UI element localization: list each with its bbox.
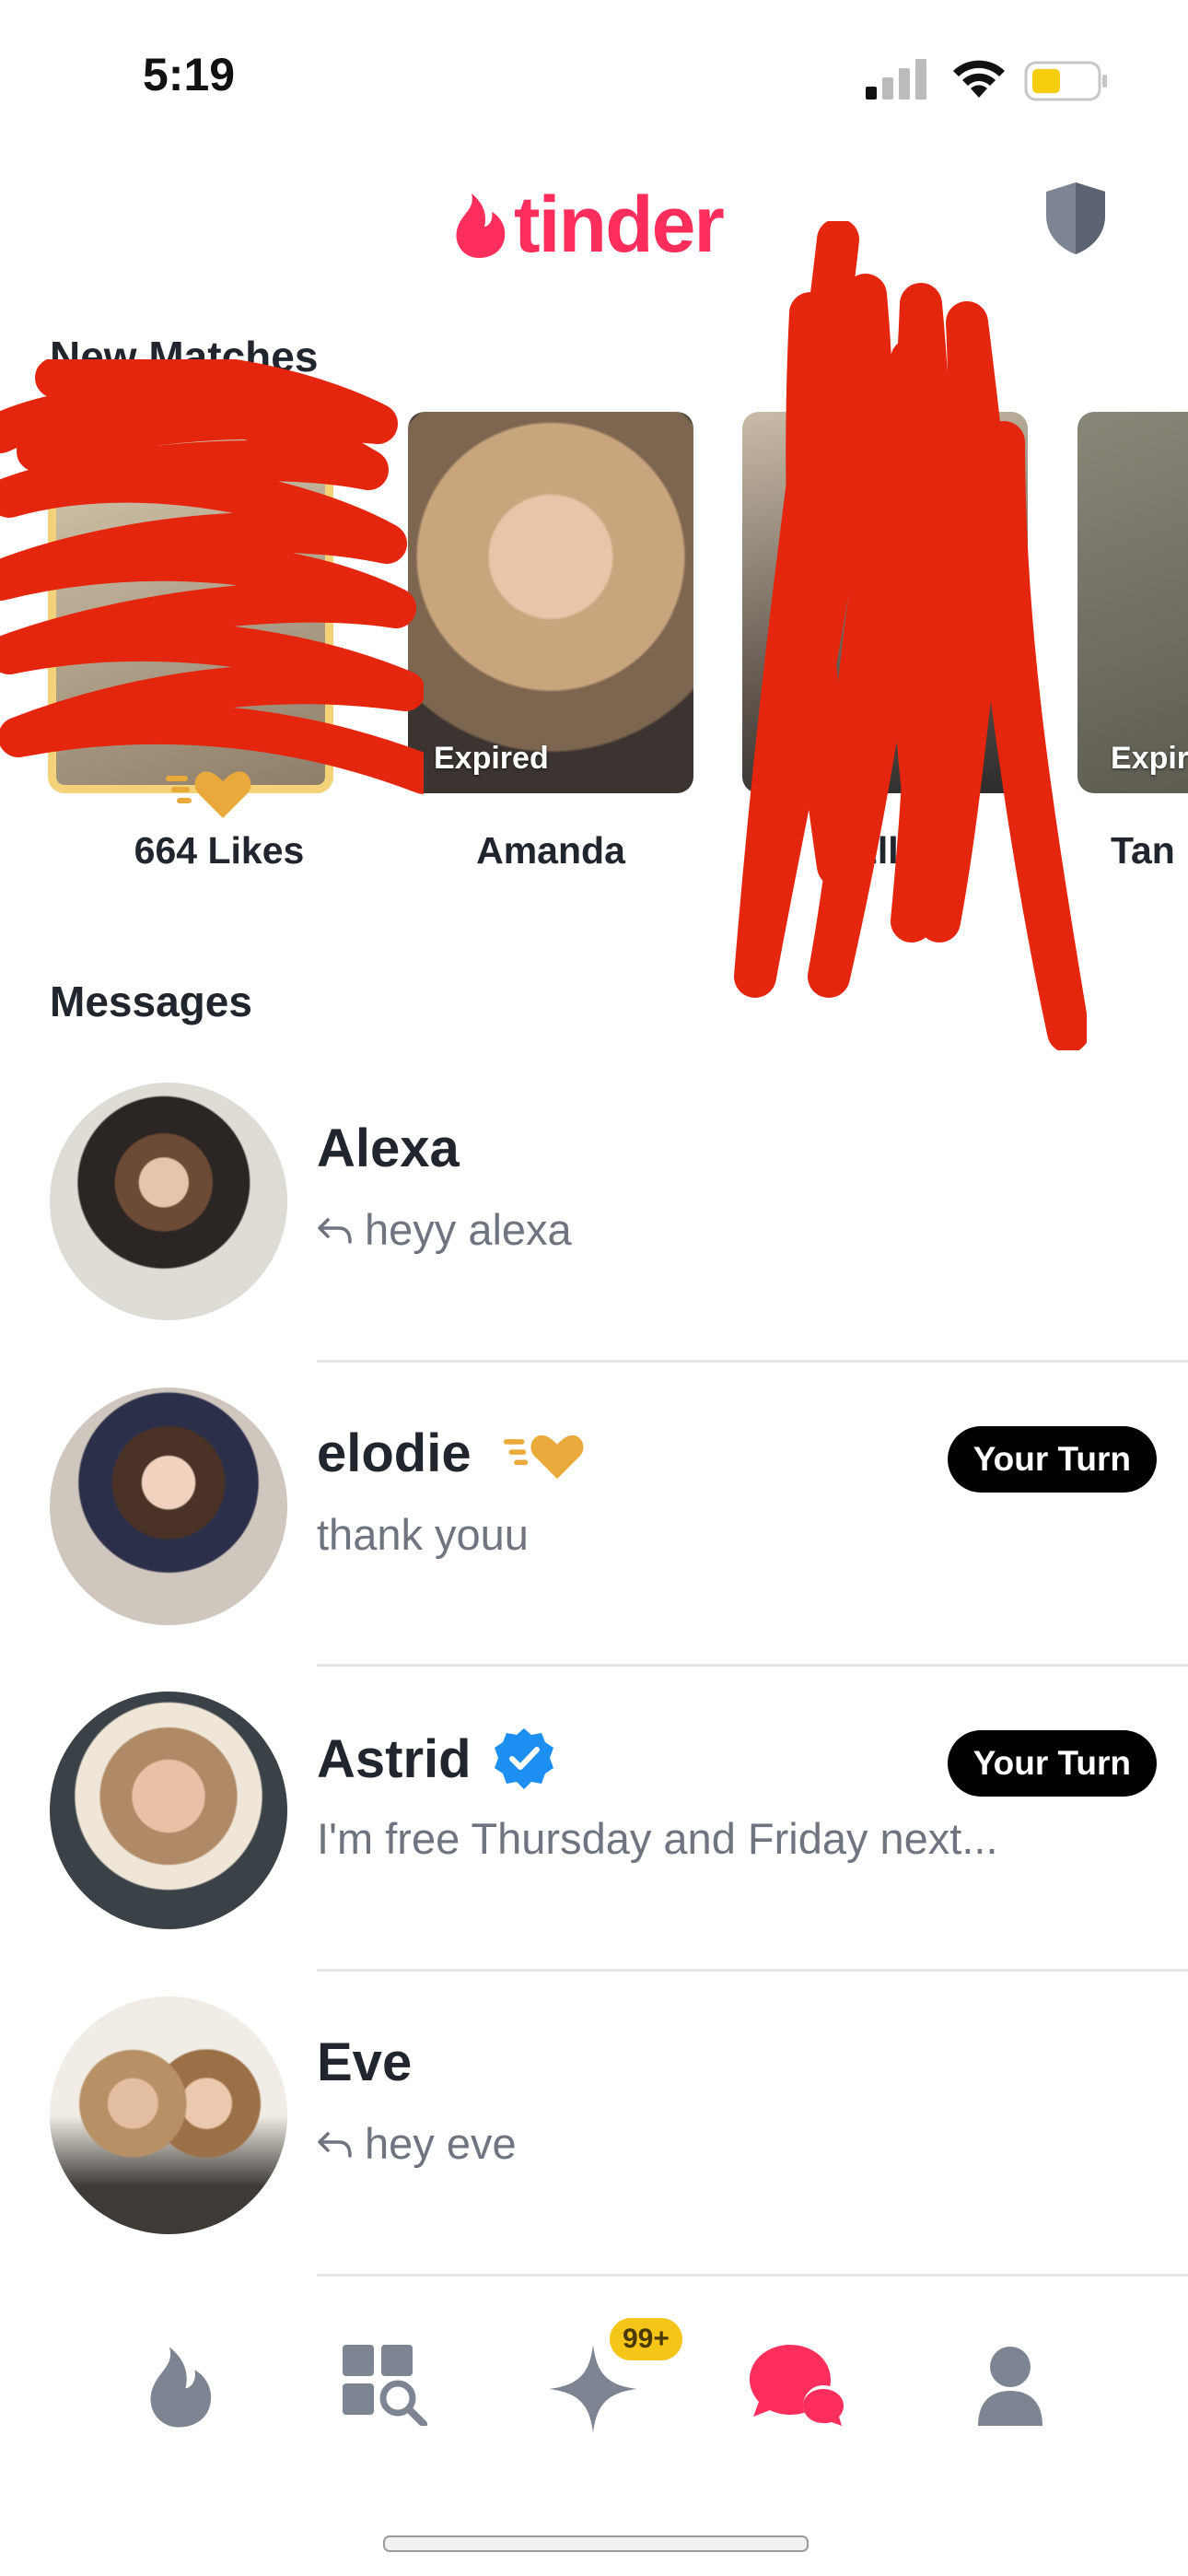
contact-name: Eve: [317, 2032, 413, 2092]
notification-badge: 99+: [610, 2318, 682, 2360]
your-turn-badge: Your Turn: [947, 1426, 1157, 1493]
your-turn-badge: Your Turn: [947, 1730, 1157, 1797]
redaction-scribble-left: [0, 359, 424, 794]
match-photo: [408, 412, 693, 793]
contact-name-text: Astrid: [317, 1728, 472, 1789]
conversation-row[interactable]: elodie thank youu Your Turn: [0, 1388, 1188, 1692]
logo-wordmark: tinder: [514, 181, 725, 269]
tab-chat-icon[interactable]: [750, 2345, 849, 2430]
contact-name-text: elodie: [317, 1423, 472, 1483]
contact-name: elodie: [317, 1423, 588, 1484]
expired-label: Expir: [1111, 741, 1188, 776]
messages-title: Messages: [50, 978, 252, 1025]
message-preview-text: hey eve: [365, 2119, 517, 2168]
conversation-row[interactable]: Astrid I'm free Thursday and Friday next…: [0, 1692, 1188, 1996]
gold-heart-icon: [503, 1434, 584, 1479]
tab-profile-icon[interactable]: [978, 2345, 1042, 2428]
contact-name: Alexa: [317, 1118, 460, 1178]
message-preview-text: thank youu: [317, 1510, 529, 1559]
conversation-row[interactable]: Eve hey eve: [0, 1996, 1188, 2301]
avatar: [50, 1996, 287, 2234]
row-divider: [317, 1969, 1188, 1972]
status-time: 5:19: [143, 49, 236, 100]
conversation-row[interactable]: Alexa heyy alexa: [0, 1083, 1188, 1387]
tinder-logo: tinder: [451, 180, 725, 271]
match-name-amanda: Amanda: [476, 829, 625, 872]
avatar: [50, 1388, 287, 1625]
match-card-tan[interactable]: Expir: [1077, 412, 1188, 793]
reply-arrow-icon: [318, 1217, 352, 1244]
verified-badge-icon: [494, 1728, 553, 1789]
redaction-scribble-right: [734, 221, 1087, 1050]
message-preview-text: heyy alexa: [365, 1205, 572, 1254]
message-preview: heyy alexa: [317, 1204, 572, 1255]
contact-name: Astrid: [317, 1727, 556, 1791]
home-indicator[interactable]: [383, 2535, 809, 2552]
cellular-signal-icon: [866, 59, 926, 100]
match-photo: [1077, 412, 1188, 793]
reply-arrow-icon: [318, 2131, 352, 2158]
flame-logo-icon: [456, 193, 506, 258]
message-preview: hey eve: [317, 2118, 517, 2169]
match-name-tan: Tan: [1111, 829, 1175, 872]
tab-swipe-flame-icon[interactable]: [144, 2345, 214, 2430]
wifi-icon: [953, 60, 1005, 98]
row-divider: [317, 1360, 1188, 1363]
row-divider: [317, 2274, 1188, 2277]
match-card-amanda[interactable]: Expired: [408, 412, 693, 793]
avatar: [50, 1692, 287, 1929]
avatar: [50, 1083, 287, 1320]
tab-explore-icon[interactable]: [343, 2345, 431, 2426]
likes-count-label: 664 Likes: [134, 829, 305, 872]
battery-icon: [1024, 61, 1107, 101]
message-preview-text: I'm free Thursday and Friday next...: [317, 1814, 998, 1863]
row-divider: [317, 1664, 1188, 1667]
expired-label: Expired: [434, 741, 549, 776]
